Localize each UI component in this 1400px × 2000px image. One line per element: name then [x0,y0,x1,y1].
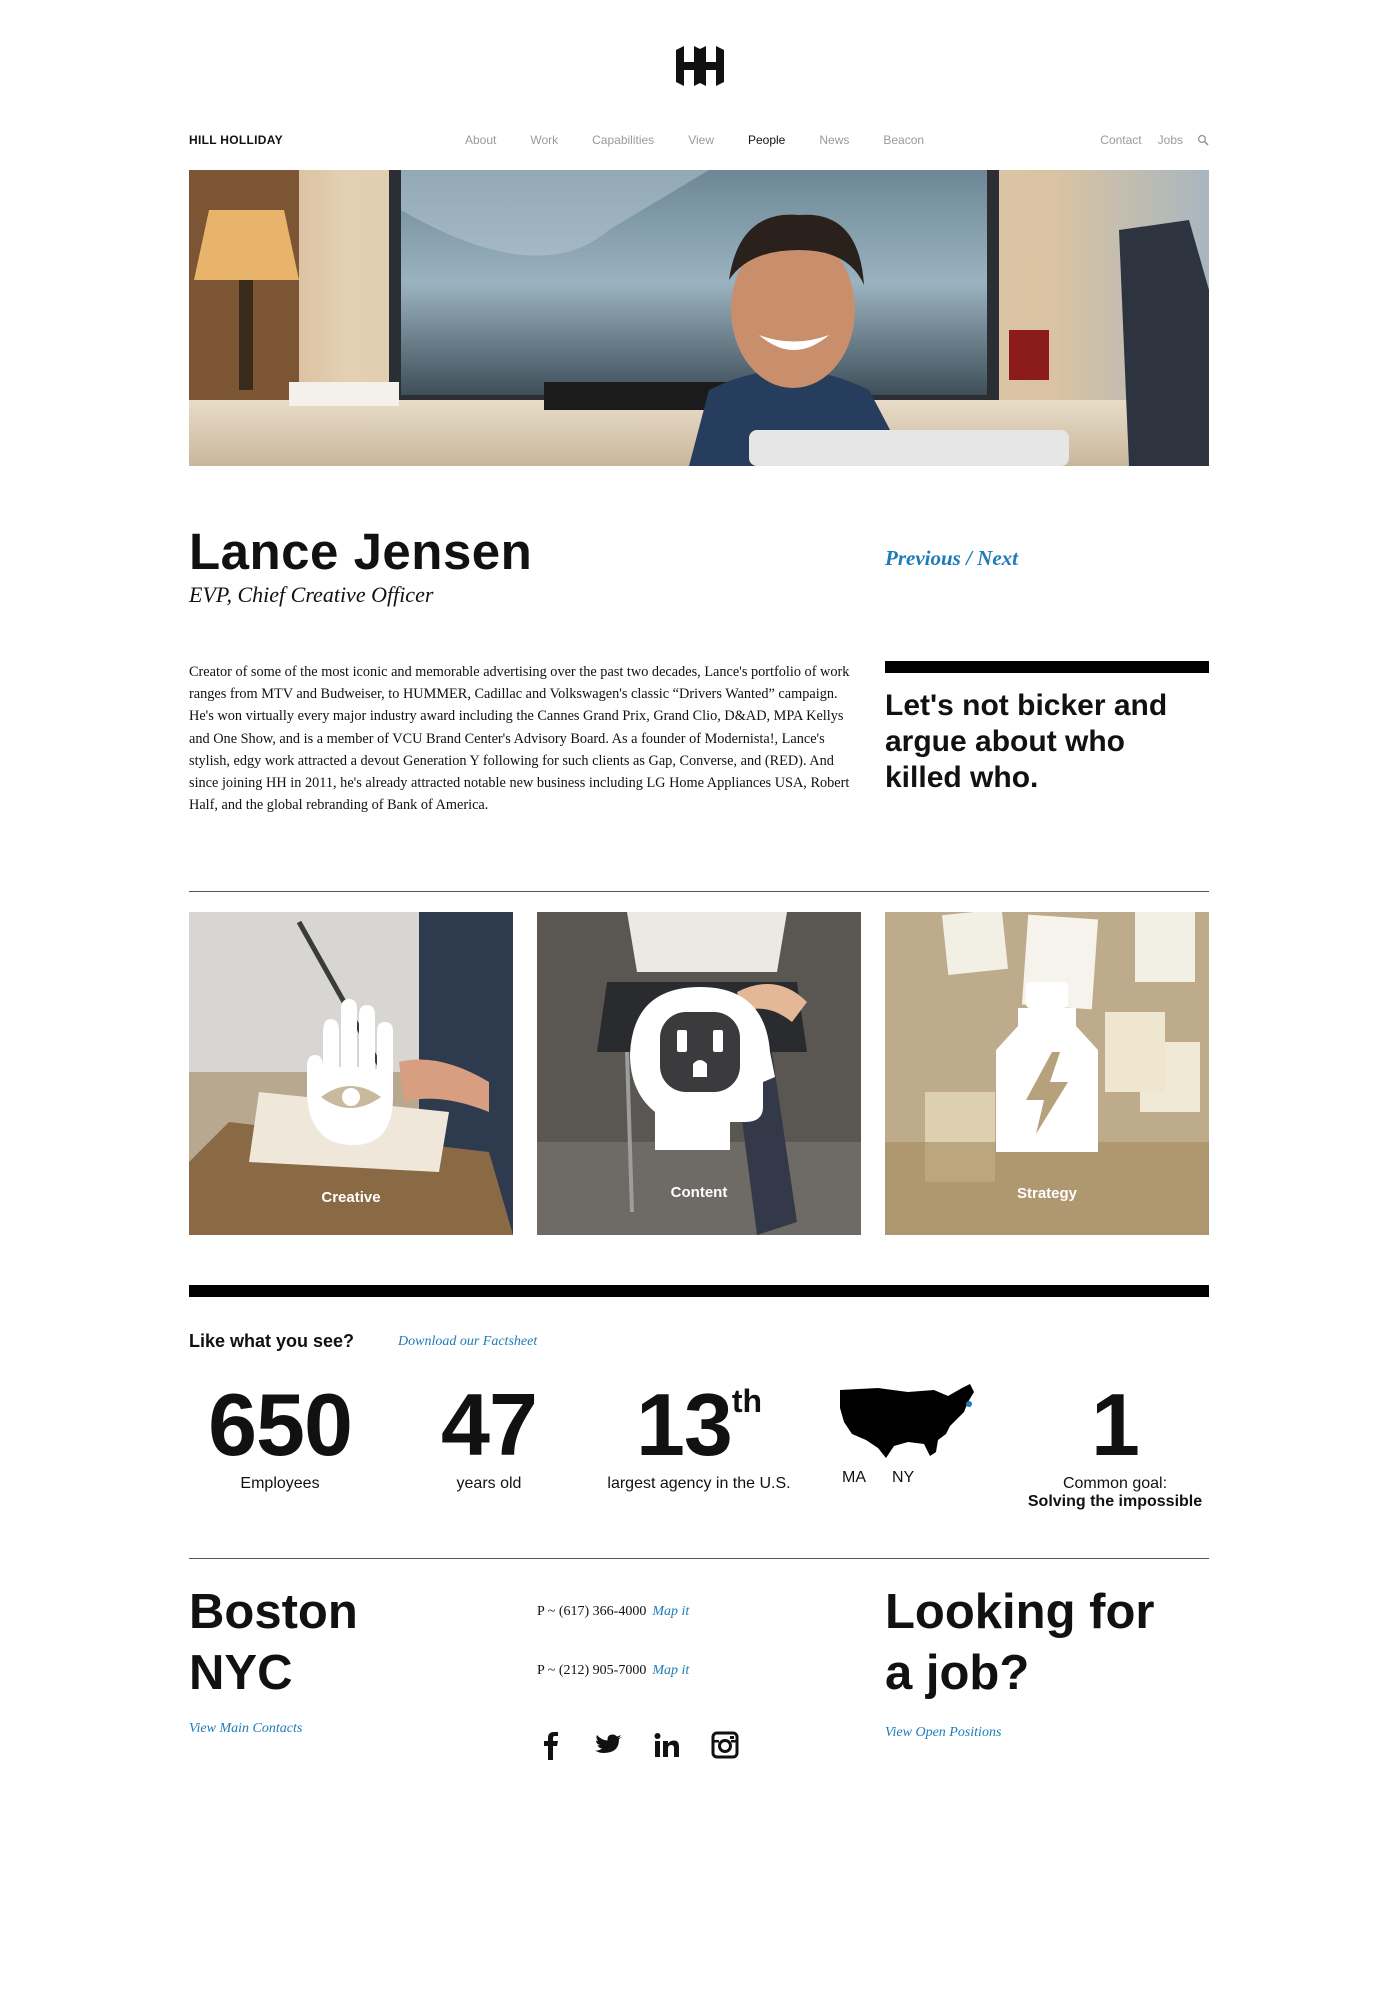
social-links [537,1730,739,1760]
capability-label: Content [670,1184,728,1201]
footer-divider [189,1558,1209,1559]
stat-label: years old [456,1475,522,1492]
person-quote: Let's not bicker and argue about who kil… [885,689,1168,794]
capability-label: Strategy [1016,1185,1078,1202]
next-link[interactable]: Next [977,546,1018,570]
search-icon[interactable] [1197,134,1209,146]
person-name: Lance Jensen [189,523,533,580]
download-factsheet-link[interactable]: Download our Factsheet [398,1334,537,1350]
stat-employees: 650 Employees [200,1381,360,1493]
nav-item-jobs[interactable]: Jobs [1158,133,1183,147]
capability-tile-content[interactable]: Content [537,912,861,1235]
person-bio: Creator of some of the most iconic and m… [189,664,850,814]
phone-boston: P ~ (617) 366-4000 Map it [537,1604,689,1620]
location-ny: NY [892,1469,915,1486]
nav-item-work[interactable]: Work [530,133,558,147]
stat-years: 47 years old [409,1381,569,1493]
bottle-bolt-icon [996,982,1098,1152]
stat-agency-rank: 13th largest agency in the U.S. [586,1381,812,1493]
nav-item-beacon[interactable]: Beacon [883,133,924,147]
phone-number: P ~ (212) 905-7000 [537,1663,647,1678]
nav-item-news[interactable]: News [819,133,849,147]
stat-suffix: th [731,1383,763,1419]
twitter-icon[interactable] [595,1730,623,1760]
nav-item-people[interactable]: People [748,133,785,147]
phone-number: P ~ (617) 366-4000 [537,1604,647,1619]
city-boston: Boston [189,1585,358,1639]
city-nyc: NYC [189,1646,293,1700]
capability-tile-strategy[interactable]: Strategy [885,912,1209,1235]
nav-item-capabilities[interactable]: Capabilities [592,133,654,147]
facts-heading: Like what you see? [189,1331,355,1351]
nav-item-about[interactable]: About [465,133,496,147]
view-contacts-link[interactable]: View Main Contacts [189,1721,302,1737]
instagram-icon[interactable] [711,1730,739,1760]
view-positions-link[interactable]: View Open Positions [885,1725,1001,1741]
brand-name[interactable]: HILL HOLLIDAY [189,133,283,147]
linkedin-icon[interactable] [653,1730,681,1760]
stat-goal: 1 Common goal: Solving the impossible [1020,1381,1210,1511]
stat-label: largest agency in the U.S. [607,1475,791,1492]
head-outlet-icon [630,987,775,1150]
person-title: EVP, Chief Creative Officer [189,582,434,607]
quote-bar [885,661,1209,673]
location-ma: MA [842,1469,866,1486]
nav-right: Contact Jobs [1084,133,1209,147]
map-it-link[interactable]: Map it [652,1663,689,1678]
phone-nyc: P ~ (212) 905-7000 Map it [537,1663,689,1679]
nav-item-view[interactable]: View [688,133,714,147]
office-cities: Boston NYC [189,1582,358,1704]
nav-links: About Work Capabilities View People News… [465,133,958,147]
capability-tile-creative[interactable]: Creative [189,912,513,1235]
map-it-link[interactable]: Map it [652,1604,689,1619]
stat-number: 47 [441,1375,538,1474]
stat-number: 13 [635,1375,733,1474]
main-nav: HILL HOLLIDAY About Work Capabilities Vi… [189,131,1209,151]
facebook-icon[interactable] [537,1730,565,1760]
stat-number: 1 [1091,1375,1140,1474]
jobs-heading: Looking for a job? [885,1582,1154,1704]
jobs-heading-line1: Looking for [885,1585,1155,1639]
stat-number: 650 [208,1375,353,1474]
prev-next-nav: Previous / Next [885,546,1018,571]
us-map-icon [840,1384,974,1458]
jobs-heading-line2: a job? [885,1646,1030,1700]
stat-goal-text: Solving the impossible [1027,1493,1203,1510]
previous-link[interactable]: Previous [885,546,961,570]
facts-bar [189,1285,1209,1297]
capability-label: Creative [321,1189,381,1206]
section-divider [189,891,1209,892]
map-locations: MA NY [842,1469,940,1487]
nav-item-contact[interactable]: Contact [1100,133,1141,147]
hh-logo-icon[interactable] [672,44,728,88]
stat-label: Common goal: [1062,1475,1168,1492]
stat-label: Employees [240,1475,320,1492]
portrait-photo [189,170,1209,466]
prev-next-separator: / [960,546,978,570]
hand-eye-icon [307,999,393,1145]
